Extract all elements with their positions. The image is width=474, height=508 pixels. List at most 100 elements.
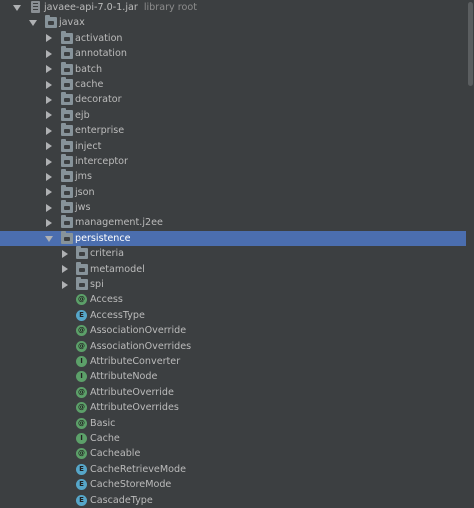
collapse-arrow-icon[interactable] <box>44 92 54 107</box>
project-tree: javaee-api-7.0-1.jar library root javax a… <box>0 0 466 508</box>
package-label: javax <box>59 17 85 29</box>
package-icon <box>76 261 88 275</box>
annotation-icon: @ <box>76 402 87 414</box>
tree-row-class[interactable]: @ Cacheable <box>0 446 466 461</box>
package-icon <box>76 246 88 260</box>
expand-arrow-icon[interactable] <box>12 0 22 15</box>
subpackage-list: criteria metamodel spi <box>0 246 466 292</box>
tree-row-class[interactable]: @ AttributeOverrides <box>0 400 466 415</box>
enum-icon: E <box>76 463 87 475</box>
tree-row-class[interactable]: I AttributeNode <box>0 369 466 384</box>
collapse-arrow-icon[interactable] <box>44 62 54 77</box>
collapse-arrow-icon[interactable] <box>44 169 54 184</box>
package-icon <box>61 46 73 60</box>
package-label: spi <box>90 279 104 291</box>
tree-row-class[interactable]: @ Basic <box>0 416 466 431</box>
annotation-icon: @ <box>76 325 87 337</box>
tree-row-class[interactable]: E AccessType <box>0 308 466 323</box>
package-icon <box>61 107 73 121</box>
library-root-note: library root <box>143 2 197 13</box>
collapse-arrow-icon[interactable] <box>60 262 70 277</box>
tree-row-class[interactable]: I AttributeConverter <box>0 354 466 369</box>
jar-icon <box>31 1 40 13</box>
tree-row-class[interactable]: @ Access <box>0 292 466 307</box>
expand-arrow-icon[interactable] <box>28 15 38 30</box>
collapse-arrow-icon[interactable] <box>44 77 54 92</box>
tree-row-subpackage[interactable]: spi <box>0 277 466 292</box>
class-label: AssociationOverride <box>90 325 187 337</box>
class-label: Basic <box>90 417 116 429</box>
package-label: annotation <box>75 48 127 60</box>
tree-row-package[interactable]: activation <box>0 30 466 46</box>
class-label: AttributeNode <box>90 371 158 383</box>
class-label: CascadeType <box>90 494 153 506</box>
tree-row-package[interactable]: ejb <box>0 107 466 123</box>
package-label: batch <box>75 63 103 75</box>
class-label: Cacheable <box>90 448 141 460</box>
class-label: Access <box>90 294 123 306</box>
tree-row-class[interactable]: @ AssociationOverride <box>0 323 466 338</box>
package-label: ejb <box>75 109 90 121</box>
tree-row-subpackage[interactable]: metamodel <box>0 261 466 277</box>
tree-row-package[interactable]: json <box>0 184 466 200</box>
package-label: enterprise <box>75 125 125 137</box>
annotation-icon: @ <box>76 340 87 352</box>
collapse-arrow-icon[interactable] <box>60 277 70 292</box>
tree-row-package[interactable]: enterprise <box>0 123 466 138</box>
collapse-arrow-icon[interactable] <box>44 108 54 123</box>
scrollbar-thumb[interactable] <box>468 2 473 86</box>
package-icon <box>61 153 73 167</box>
interface-icon: I <box>76 355 87 367</box>
package-label: json <box>75 186 95 198</box>
class-label: AttributeOverrides <box>90 402 179 414</box>
tree-row-jar[interactable]: javaee-api-7.0-1.jar library root <box>0 0 466 15</box>
tree-row-package[interactable]: annotation <box>0 46 466 61</box>
vertical-scrollbar[interactable] <box>466 0 474 507</box>
package-icon <box>61 92 73 106</box>
tree-row-package[interactable]: jms <box>0 169 466 184</box>
jar-label: javaee-api-7.0-1.jar <box>44 2 138 13</box>
tree-row-subpackage[interactable]: criteria <box>0 246 466 261</box>
tree-row-package[interactable]: inject <box>0 138 466 154</box>
annotation-icon: @ <box>76 448 87 460</box>
collapse-arrow-icon[interactable] <box>60 246 70 261</box>
collapse-arrow-icon[interactable] <box>44 200 54 215</box>
tree-row-package[interactable]: management.j2ee <box>0 215 466 230</box>
tree-row-persistence-selected[interactable]: persistence <box>0 230 466 247</box>
tree-row-class[interactable]: I Cache <box>0 431 466 446</box>
collapse-arrow-icon[interactable] <box>44 123 54 138</box>
tree-row-package[interactable]: decorator <box>0 92 466 107</box>
package-list: activation annotation batch cache decora… <box>0 30 466 231</box>
package-icon <box>61 215 73 229</box>
tree-row-class[interactable]: E CacheRetrieveMode <box>0 462 466 477</box>
tree-row-class[interactable]: @ AttributeOverride <box>0 385 466 400</box>
package-label: management.j2ee <box>75 217 163 229</box>
annotation-icon: @ <box>76 386 87 398</box>
collapse-arrow-icon[interactable] <box>44 215 54 230</box>
collapse-arrow-icon[interactable] <box>44 154 54 169</box>
tree-row-class[interactable]: E CacheStoreMode <box>0 477 466 492</box>
enum-icon: E <box>76 494 87 506</box>
package-icon <box>61 76 73 90</box>
package-icon <box>61 200 73 214</box>
tree-row-package[interactable]: cache <box>0 76 466 92</box>
interface-icon: I <box>76 371 87 383</box>
tree-row-package[interactable]: jws <box>0 200 466 215</box>
package-icon <box>45 15 57 29</box>
expand-arrow-icon[interactable] <box>44 231 54 246</box>
package-label: jws <box>75 202 91 214</box>
package-label: activation <box>75 32 123 44</box>
package-icon <box>61 123 73 137</box>
tree-row-package[interactable]: batch <box>0 61 466 77</box>
tree-row-class[interactable]: E CascadeType <box>0 493 466 508</box>
package-icon <box>61 30 73 44</box>
collapse-arrow-icon[interactable] <box>44 46 54 61</box>
tree-row-javax[interactable]: javax <box>0 15 466 30</box>
tree-row-package[interactable]: interceptor <box>0 153 466 169</box>
tree-row-class[interactable]: @ AssociationOverrides <box>0 339 466 354</box>
collapse-arrow-icon[interactable] <box>44 185 54 200</box>
package-label: decorator <box>75 94 122 106</box>
class-label: AccessType <box>90 309 145 321</box>
collapse-arrow-icon[interactable] <box>44 31 54 46</box>
collapse-arrow-icon[interactable] <box>44 139 54 154</box>
